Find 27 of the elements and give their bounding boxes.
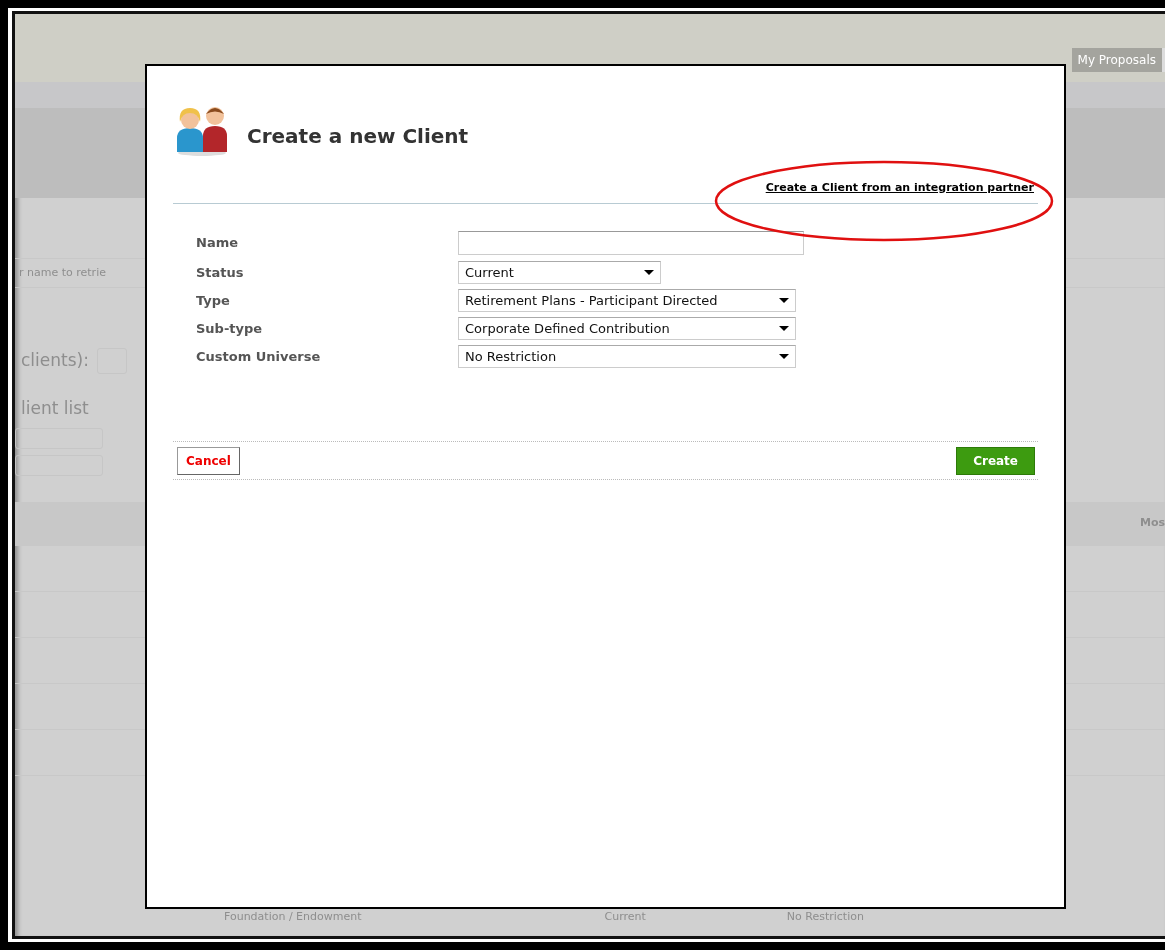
- field-label: Status: [196, 263, 245, 282]
- integration-partner-link[interactable]: Create a Client from an integration partner: [765, 180, 1034, 197]
- table-cell: Current: [604, 908, 646, 925]
- caret-icon: [779, 298, 789, 303]
- select-field[interactable]: Current: [458, 261, 661, 284]
- table-cell: No Restriction: [786, 908, 864, 925]
- filter-select[interactable]: [15, 454, 103, 476]
- create-button[interactable]: Create: [956, 446, 1035, 475]
- dialog-title: Create a new Client: [247, 123, 469, 150]
- column-header: Mos: [1139, 515, 1165, 532]
- select-field[interactable]: Retirement Plans - Participant Directed: [458, 289, 796, 312]
- select-field[interactable]: No Restriction: [458, 345, 796, 368]
- filter-select[interactable]: [15, 427, 103, 449]
- search-hint: r name to retrie: [19, 264, 106, 281]
- caret-icon: [779, 354, 789, 359]
- select-field[interactable]: Corporate Defined Contribution: [458, 317, 796, 340]
- table-cell: Foundation / Endowment: [224, 908, 362, 925]
- field-label: Sub-type: [196, 319, 264, 338]
- field-label: Name: [196, 234, 239, 253]
- field-label: Type: [196, 291, 231, 310]
- caret-icon: [779, 326, 789, 331]
- caret-icon: [644, 270, 654, 275]
- list-heading: lient list: [20, 397, 90, 420]
- clients-label: clients):: [21, 349, 89, 373]
- field-label: Custom Universe: [196, 347, 322, 366]
- name-field[interactable]: [458, 231, 804, 255]
- cancel-button[interactable]: Cancel: [177, 446, 240, 475]
